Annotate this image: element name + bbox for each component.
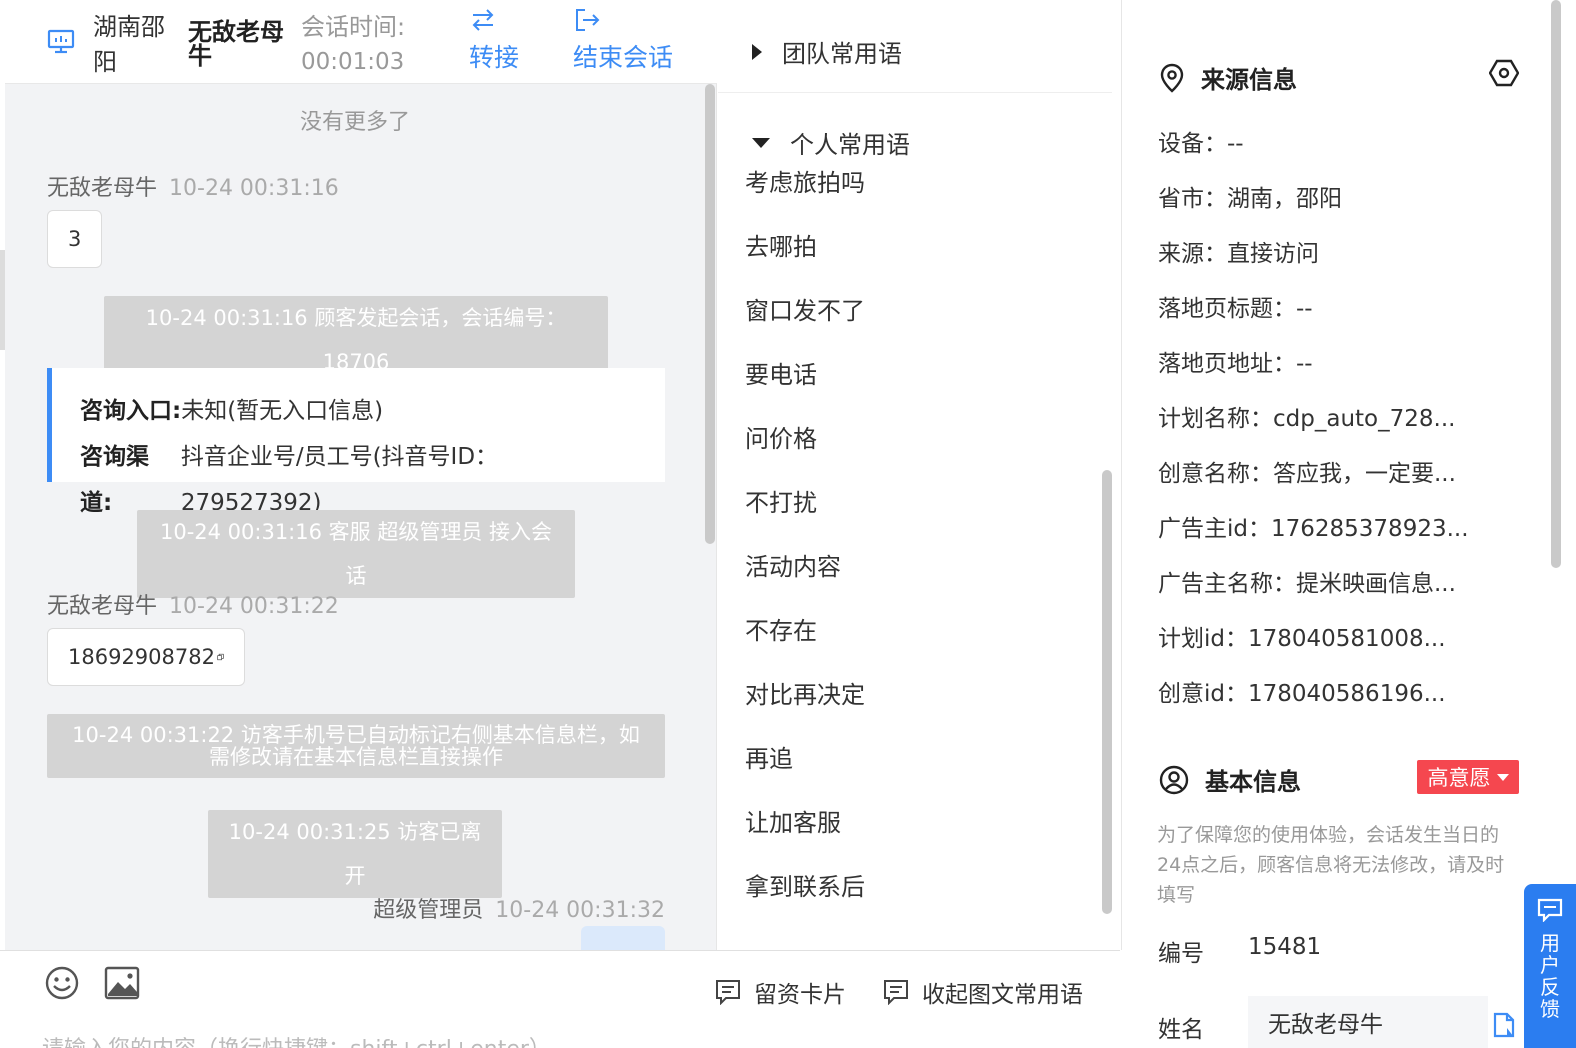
message-icon bbox=[884, 980, 908, 1005]
phrase-item[interactable]: 让加客服 bbox=[745, 803, 841, 838]
exit-icon bbox=[576, 9, 600, 31]
source-device: 设备：-- bbox=[1158, 131, 1244, 157]
card-icon bbox=[716, 980, 740, 1005]
plan-id: 计划id：178040581008... bbox=[1158, 626, 1446, 652]
session-time-value: 00:01:03 bbox=[301, 49, 405, 75]
phrases-scrollbar[interactable] bbox=[1102, 470, 1112, 914]
lead-card-label: 留资卡片 bbox=[754, 982, 846, 1008]
entry-value: 未知(暂无入口信息) bbox=[181, 398, 384, 424]
id-label: 编号 bbox=[1158, 941, 1204, 967]
transfer-icon bbox=[472, 9, 494, 31]
message-time: 10-24 00:31:16 bbox=[169, 176, 339, 201]
source-channel: 来源：直接访问 bbox=[1158, 241, 1319, 267]
feedback-icon bbox=[1537, 898, 1563, 922]
info-scrollbar[interactable] bbox=[1551, 0, 1561, 568]
phrase-item[interactable]: 去哪拍 bbox=[745, 227, 817, 262]
edit-deadline-tip: 为了保障您的使用体验，会话发生当日的24点之后，顾客信息将无法修改，请及时填写 bbox=[1157, 824, 1505, 906]
settings-icon[interactable] bbox=[1489, 58, 1519, 88]
chat-history[interactable]: 没有更多了 无敌老母牛 10-24 00:31:16 3 10-24 00:31:… bbox=[5, 84, 717, 950]
feedback-label: 用户反馈 bbox=[1540, 931, 1560, 1021]
id-value: 15481 bbox=[1248, 934, 1322, 960]
lead-card-button[interactable]: 留资卡片 bbox=[714, 975, 846, 1009]
phrases-panel: 团队常用语 个人常用语 考虑旅拍吗 去哪拍 窗口发不了 要电话 问价格 不打扰 … bbox=[718, 0, 1122, 950]
transfer-button[interactable]: 转接 bbox=[469, 6, 519, 74]
chat-scrollbar[interactable] bbox=[705, 84, 715, 544]
sender-name: 超级管理员 bbox=[373, 898, 484, 923]
phone-number: 18692908782 bbox=[68, 645, 215, 669]
name-input[interactable] bbox=[1248, 996, 1488, 1048]
system-message: 10-24 00:31:22 访客手机号已自动标记右侧基本信息栏，如需修改请在基… bbox=[47, 714, 665, 778]
message-input[interactable]: 请输入您的内容（换行快捷键：shift+ctrl+enter） bbox=[42, 1031, 551, 1048]
system-message: 10-24 00:31:25 访客已离开 bbox=[208, 810, 502, 898]
source-region: 省市：湖南，邵阳 bbox=[1158, 186, 1342, 212]
phrase-item[interactable]: 活动内容 bbox=[745, 547, 841, 582]
phrase-item[interactable]: 窗口发不了 bbox=[745, 291, 865, 326]
intent-level-label: 高意愿 bbox=[1427, 766, 1491, 790]
landing-page-title: 落地页标题：-- bbox=[1158, 296, 1313, 322]
team-phrases-label: 团队常用语 bbox=[782, 40, 902, 68]
name-label: 姓名 bbox=[1158, 1017, 1204, 1043]
phrase-item[interactable]: 考虑旅拍吗 bbox=[745, 163, 865, 198]
location-pin-icon bbox=[1160, 63, 1184, 93]
landing-page-url: 落地页地址：-- bbox=[1158, 351, 1313, 377]
personal-phrases-group[interactable]: 个人常用语 bbox=[752, 125, 910, 160]
phrase-item[interactable]: 不存在 bbox=[745, 611, 817, 646]
phrase-item[interactable]: 对比再决定 bbox=[745, 675, 865, 710]
document-icon[interactable] bbox=[1493, 1012, 1515, 1038]
message-time: 10-24 00:31:22 bbox=[169, 594, 339, 619]
intent-level-dropdown[interactable]: 高意愿 bbox=[1417, 760, 1519, 794]
phrase-item[interactable]: 再追 bbox=[745, 739, 793, 774]
advertiser-id: 广告主id：176285378923... bbox=[1158, 516, 1469, 542]
divider bbox=[718, 92, 1112, 93]
no-more-hint: 没有更多了 bbox=[299, 110, 410, 135]
basic-info-header: 基本信息 bbox=[1159, 762, 1301, 797]
team-phrases-group[interactable]: 团队常用语 bbox=[752, 34, 902, 69]
user-feedback-button[interactable]: 用户反馈 bbox=[1524, 884, 1576, 1048]
phrase-item[interactable]: 拿到联系后 bbox=[745, 867, 865, 902]
session-header: 湖南邵阳 无敌老母牛 会话时间: 00:01:03 转接 结束会话 bbox=[5, 0, 717, 84]
plan-name: 计划名称：cdp_auto_728... bbox=[1158, 406, 1456, 432]
caret-right-icon bbox=[752, 43, 762, 60]
message-bubble: 3 bbox=[47, 210, 103, 268]
transfer-label: 转接 bbox=[469, 43, 520, 72]
caret-down-icon bbox=[1496, 773, 1509, 781]
customer-info-panel: 来源信息 设备：-- 省市：湖南，邵阳 来源：直接访问 落地页标题：-- 落地页… bbox=[1123, 0, 1576, 1048]
creative-id: 创意id：178040586196... bbox=[1158, 681, 1446, 707]
collapse-phrases-button[interactable]: 收起图文常用语 bbox=[882, 975, 1083, 1009]
source-info-header: 来源信息 bbox=[1159, 60, 1297, 95]
basic-info-title: 基本信息 bbox=[1205, 768, 1301, 796]
message-sender: 无敌老母牛 10-24 00:31:22 bbox=[47, 588, 339, 620]
message-sender: 超级管理员 10-24 00:31:32 bbox=[373, 892, 665, 924]
emoji-icon[interactable] bbox=[44, 965, 80, 1001]
advertiser-name: 广告主名称：提米映画信息... bbox=[1158, 571, 1456, 597]
sender-name: 无敌老母牛 bbox=[47, 176, 158, 201]
creative-name: 创意名称：答应我，一定要... bbox=[1158, 461, 1456, 487]
caret-down-icon bbox=[752, 137, 770, 148]
user-circle-icon bbox=[1159, 765, 1189, 794]
end-session-button[interactable]: 结束会话 bbox=[573, 6, 673, 74]
copy-icon[interactable] bbox=[217, 647, 224, 667]
message-bubble: 18692908782 bbox=[47, 628, 245, 686]
session-time-label: 会话时间: bbox=[301, 13, 406, 41]
message-sender: 无敌老母牛 10-24 00:31:16 bbox=[47, 170, 339, 202]
source-info-title: 来源信息 bbox=[1201, 66, 1297, 94]
personal-phrases-label: 个人常用语 bbox=[790, 131, 910, 159]
image-icon[interactable] bbox=[104, 965, 140, 1001]
phrase-item[interactable]: 要电话 bbox=[745, 355, 817, 390]
chat-panel: 湖南邵阳 无敌老母牛 会话时间: 00:01:03 转接 结束会话 没有更多了 … bbox=[5, 0, 717, 1048]
visitor-location: 湖南邵阳 bbox=[93, 13, 165, 76]
phrase-item[interactable]: 问价格 bbox=[745, 419, 817, 454]
end-session-label: 结束会话 bbox=[573, 43, 674, 72]
monitor-icon bbox=[47, 29, 75, 54]
phrase-item[interactable]: 不打扰 bbox=[745, 483, 817, 518]
entry-label: 咨询入口: bbox=[80, 398, 182, 424]
collapse-phrases-label: 收起图文常用语 bbox=[922, 982, 1083, 1008]
sender-name: 无敌老母牛 bbox=[47, 594, 158, 619]
consult-source-card: 咨询入口: 未知(暂无入口信息) 咨询渠道: 抖音企业号/员工号(抖音号ID：279… bbox=[47, 368, 665, 516]
visitor-name: 无敌老母牛 bbox=[188, 18, 284, 70]
system-message: 10-24 00:31:16 客服 超级管理员 接入会话 bbox=[137, 510, 575, 598]
message-time: 10-24 00:31:32 bbox=[495, 898, 665, 923]
agent-message-bubble bbox=[581, 926, 665, 950]
message-composer: 留资卡片 收起图文常用语 请输入您的内容（换行快捷键：shift+ctrl+en… bbox=[0, 950, 1120, 1048]
